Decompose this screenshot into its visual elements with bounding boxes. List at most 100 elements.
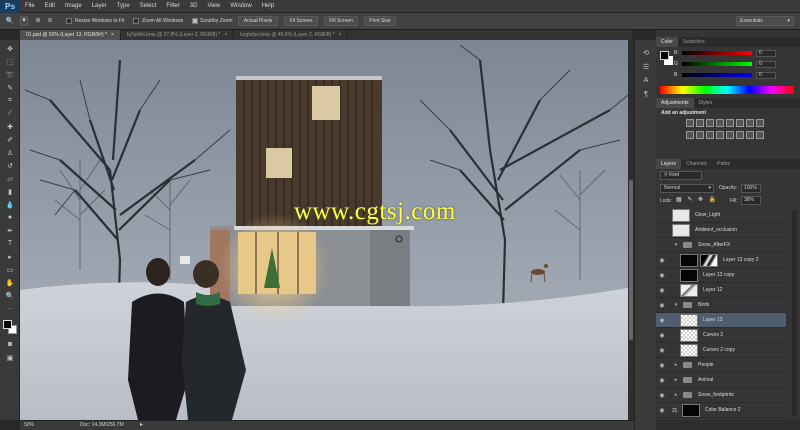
threshold-adjustment-icon[interactable] xyxy=(736,131,744,139)
zoom-level[interactable]: 50% xyxy=(24,422,34,428)
vibrance-adjustment-icon[interactable] xyxy=(726,119,734,127)
chevron-down-icon[interactable]: ▾ xyxy=(672,302,680,308)
path-selection-tool-icon[interactable]: ▸ xyxy=(4,252,16,261)
curves-adjustment-icon[interactable] xyxy=(706,119,714,127)
healing-brush-tool-icon[interactable]: ✚ xyxy=(4,122,16,131)
layer-thumbnail[interactable] xyxy=(680,283,698,297)
paragraph-panel-icon[interactable]: ¶ xyxy=(640,90,652,99)
invert-adjustment-icon[interactable] xyxy=(716,131,724,139)
lasso-tool-icon[interactable]: ➰ xyxy=(4,70,16,79)
layer-row[interactable]: ◉ ▸ People xyxy=(656,358,786,373)
zoom-tool-icon[interactable]: 🔍 xyxy=(4,16,16,25)
menu-view[interactable]: View xyxy=(202,0,225,13)
menu-layer[interactable]: Layer xyxy=(87,0,112,13)
layer-row[interactable]: ◉ Curves 2 copy xyxy=(656,343,786,358)
zoom-tool-icon[interactable]: 🔍 xyxy=(4,291,16,300)
lock-icons[interactable]: ▦ ✎ ✥ 🔒 xyxy=(676,196,718,203)
layer-row[interactable]: ▾ Snow_AfterFX xyxy=(656,238,786,253)
layer-filter-kind[interactable]: ⚲ Kind xyxy=(660,171,702,180)
dodge-tool-icon[interactable]: ● xyxy=(4,213,16,222)
status-arrow-icon[interactable]: ▸ xyxy=(140,421,143,428)
document-tab[interactable]: bzgtsfps.bmp @ 45.9% (Layer 2, RGB/8) * × xyxy=(234,30,349,40)
rectangle-tool-icon[interactable]: ▭ xyxy=(4,265,16,274)
menu-help[interactable]: Help xyxy=(257,0,279,13)
zoom-all-windows-checkbox[interactable] xyxy=(133,18,139,24)
tab-swatches[interactable]: Swatches xyxy=(678,37,710,47)
brush-tool-icon[interactable]: ✐ xyxy=(4,135,16,144)
type-tool-icon[interactable]: T xyxy=(4,239,16,248)
chevron-down-icon[interactable]: ▾ xyxy=(672,242,680,248)
visibility-eye-icon[interactable]: ◉ xyxy=(656,329,668,341)
workspace-select[interactable]: Essentials ▾ xyxy=(736,16,794,26)
close-tab-icon[interactable]: × xyxy=(111,30,114,40)
layers-scrollbar[interactable] xyxy=(792,210,797,416)
blend-mode-select[interactable]: Normal ▾ xyxy=(660,184,714,193)
menu-select[interactable]: Select xyxy=(135,0,162,13)
foreground-color-preview[interactable] xyxy=(660,51,669,60)
zoom-in-icon[interactable]: ⊕ xyxy=(32,16,44,25)
chevron-right-icon[interactable]: ▸ xyxy=(672,362,680,368)
color-balance-adjustment-icon[interactable] xyxy=(746,119,754,127)
layer-thumbnail[interactable] xyxy=(672,208,690,222)
quick-mask-icon[interactable]: ◙ xyxy=(4,340,16,349)
gradient-tool-icon[interactable]: ▮ xyxy=(4,187,16,196)
layer-row[interactable]: ◉ ▸ Snow_footprints xyxy=(656,388,786,403)
posterize-adjustment-icon[interactable] xyxy=(726,131,734,139)
opacity-field[interactable]: 100% xyxy=(741,184,761,193)
close-tab-icon[interactable]: × xyxy=(224,30,227,40)
zoom-out-icon[interactable]: ⊖ xyxy=(44,16,56,25)
document-tab[interactable]: 01.psd @ 50% (Layer 13, RGB/8#) * × xyxy=(20,30,121,40)
selective-color-adjustment-icon[interactable] xyxy=(756,131,764,139)
layer-mask-thumbnail[interactable] xyxy=(700,253,718,267)
visibility-eye-icon[interactable]: ◉ xyxy=(656,254,668,266)
visibility-eye-icon[interactable]: ◉ xyxy=(656,404,668,416)
fill-screen-button[interactable]: Fill Screen xyxy=(324,16,358,26)
levels-adjustment-icon[interactable] xyxy=(696,119,704,127)
visibility-eye-icon[interactable]: ◉ xyxy=(656,374,668,386)
fit-screen-button[interactable]: Fit Screen xyxy=(284,16,318,26)
close-tab-icon[interactable]: × xyxy=(339,30,342,40)
green-value[interactable]: 0 xyxy=(756,60,776,68)
visibility-eye-icon[interactable]: ◉ xyxy=(656,344,668,356)
blue-bar[interactable] xyxy=(682,73,752,77)
clone-stamp-tool-icon[interactable]: ♙ xyxy=(4,148,16,157)
layer-row[interactable]: ◉ Curves 2 xyxy=(656,328,786,343)
visibility-eye-icon[interactable] xyxy=(656,209,668,221)
menu-window[interactable]: Window xyxy=(225,0,256,13)
visibility-eye-icon[interactable]: ◉ xyxy=(656,314,668,326)
gradient-map-adjustment-icon[interactable] xyxy=(746,131,754,139)
properties-panel-icon[interactable]: ☰ xyxy=(640,62,652,71)
layer-row[interactable]: ◉ Layer 13 xyxy=(656,313,786,328)
layer-thumbnail[interactable] xyxy=(680,343,698,357)
resize-windows-checkbox[interactable] xyxy=(66,18,72,24)
visibility-eye-icon[interactable]: ◉ xyxy=(656,299,668,311)
layer-row[interactable]: Glow_Light xyxy=(656,208,786,223)
layer-row[interactable]: Ambient_occlusion xyxy=(656,223,786,238)
layer-thumbnail[interactable] xyxy=(680,253,698,267)
marquee-tool-icon[interactable]: ⬚ xyxy=(4,57,16,66)
visibility-eye-icon[interactable]: ◉ xyxy=(656,359,668,371)
menu-3d[interactable]: 3D xyxy=(185,0,203,13)
chevron-right-icon[interactable]: ▸ xyxy=(672,377,680,383)
blue-value[interactable]: 0 xyxy=(756,71,776,79)
history-brush-tool-icon[interactable]: ↺ xyxy=(4,161,16,170)
layer-row[interactable]: ◉ Layer 13 copy xyxy=(656,268,786,283)
tab-paths[interactable]: Paths xyxy=(712,159,735,169)
layer-thumbnail[interactable] xyxy=(680,328,698,342)
brightness-adjustment-icon[interactable] xyxy=(686,119,694,127)
layer-thumbnail[interactable] xyxy=(682,403,700,417)
character-panel-icon[interactable]: A xyxy=(640,76,652,85)
red-slider[interactable]: R 0 xyxy=(674,49,776,57)
red-bar[interactable] xyxy=(682,51,752,55)
layer-row[interactable]: ◉ ⚖ Color Balance 2 xyxy=(656,403,786,418)
layer-thumbnail[interactable] xyxy=(680,313,698,327)
tab-layers[interactable]: Layers xyxy=(656,159,682,169)
menu-filter[interactable]: Filter xyxy=(161,0,184,13)
layer-thumbnail[interactable] xyxy=(680,268,698,282)
channel-mixer-adjustment-icon[interactable] xyxy=(696,131,704,139)
document-tab[interactable]: bj7pb8rl.bmp @ 27.8% (Layer 2, RGB/8) * × xyxy=(121,30,235,40)
layer-thumbnail[interactable] xyxy=(672,223,690,237)
more-tools-icon[interactable]: ··· xyxy=(4,304,16,313)
foreground-color-swatch[interactable] xyxy=(3,320,12,329)
black-white-adjustment-icon[interactable] xyxy=(756,119,764,127)
